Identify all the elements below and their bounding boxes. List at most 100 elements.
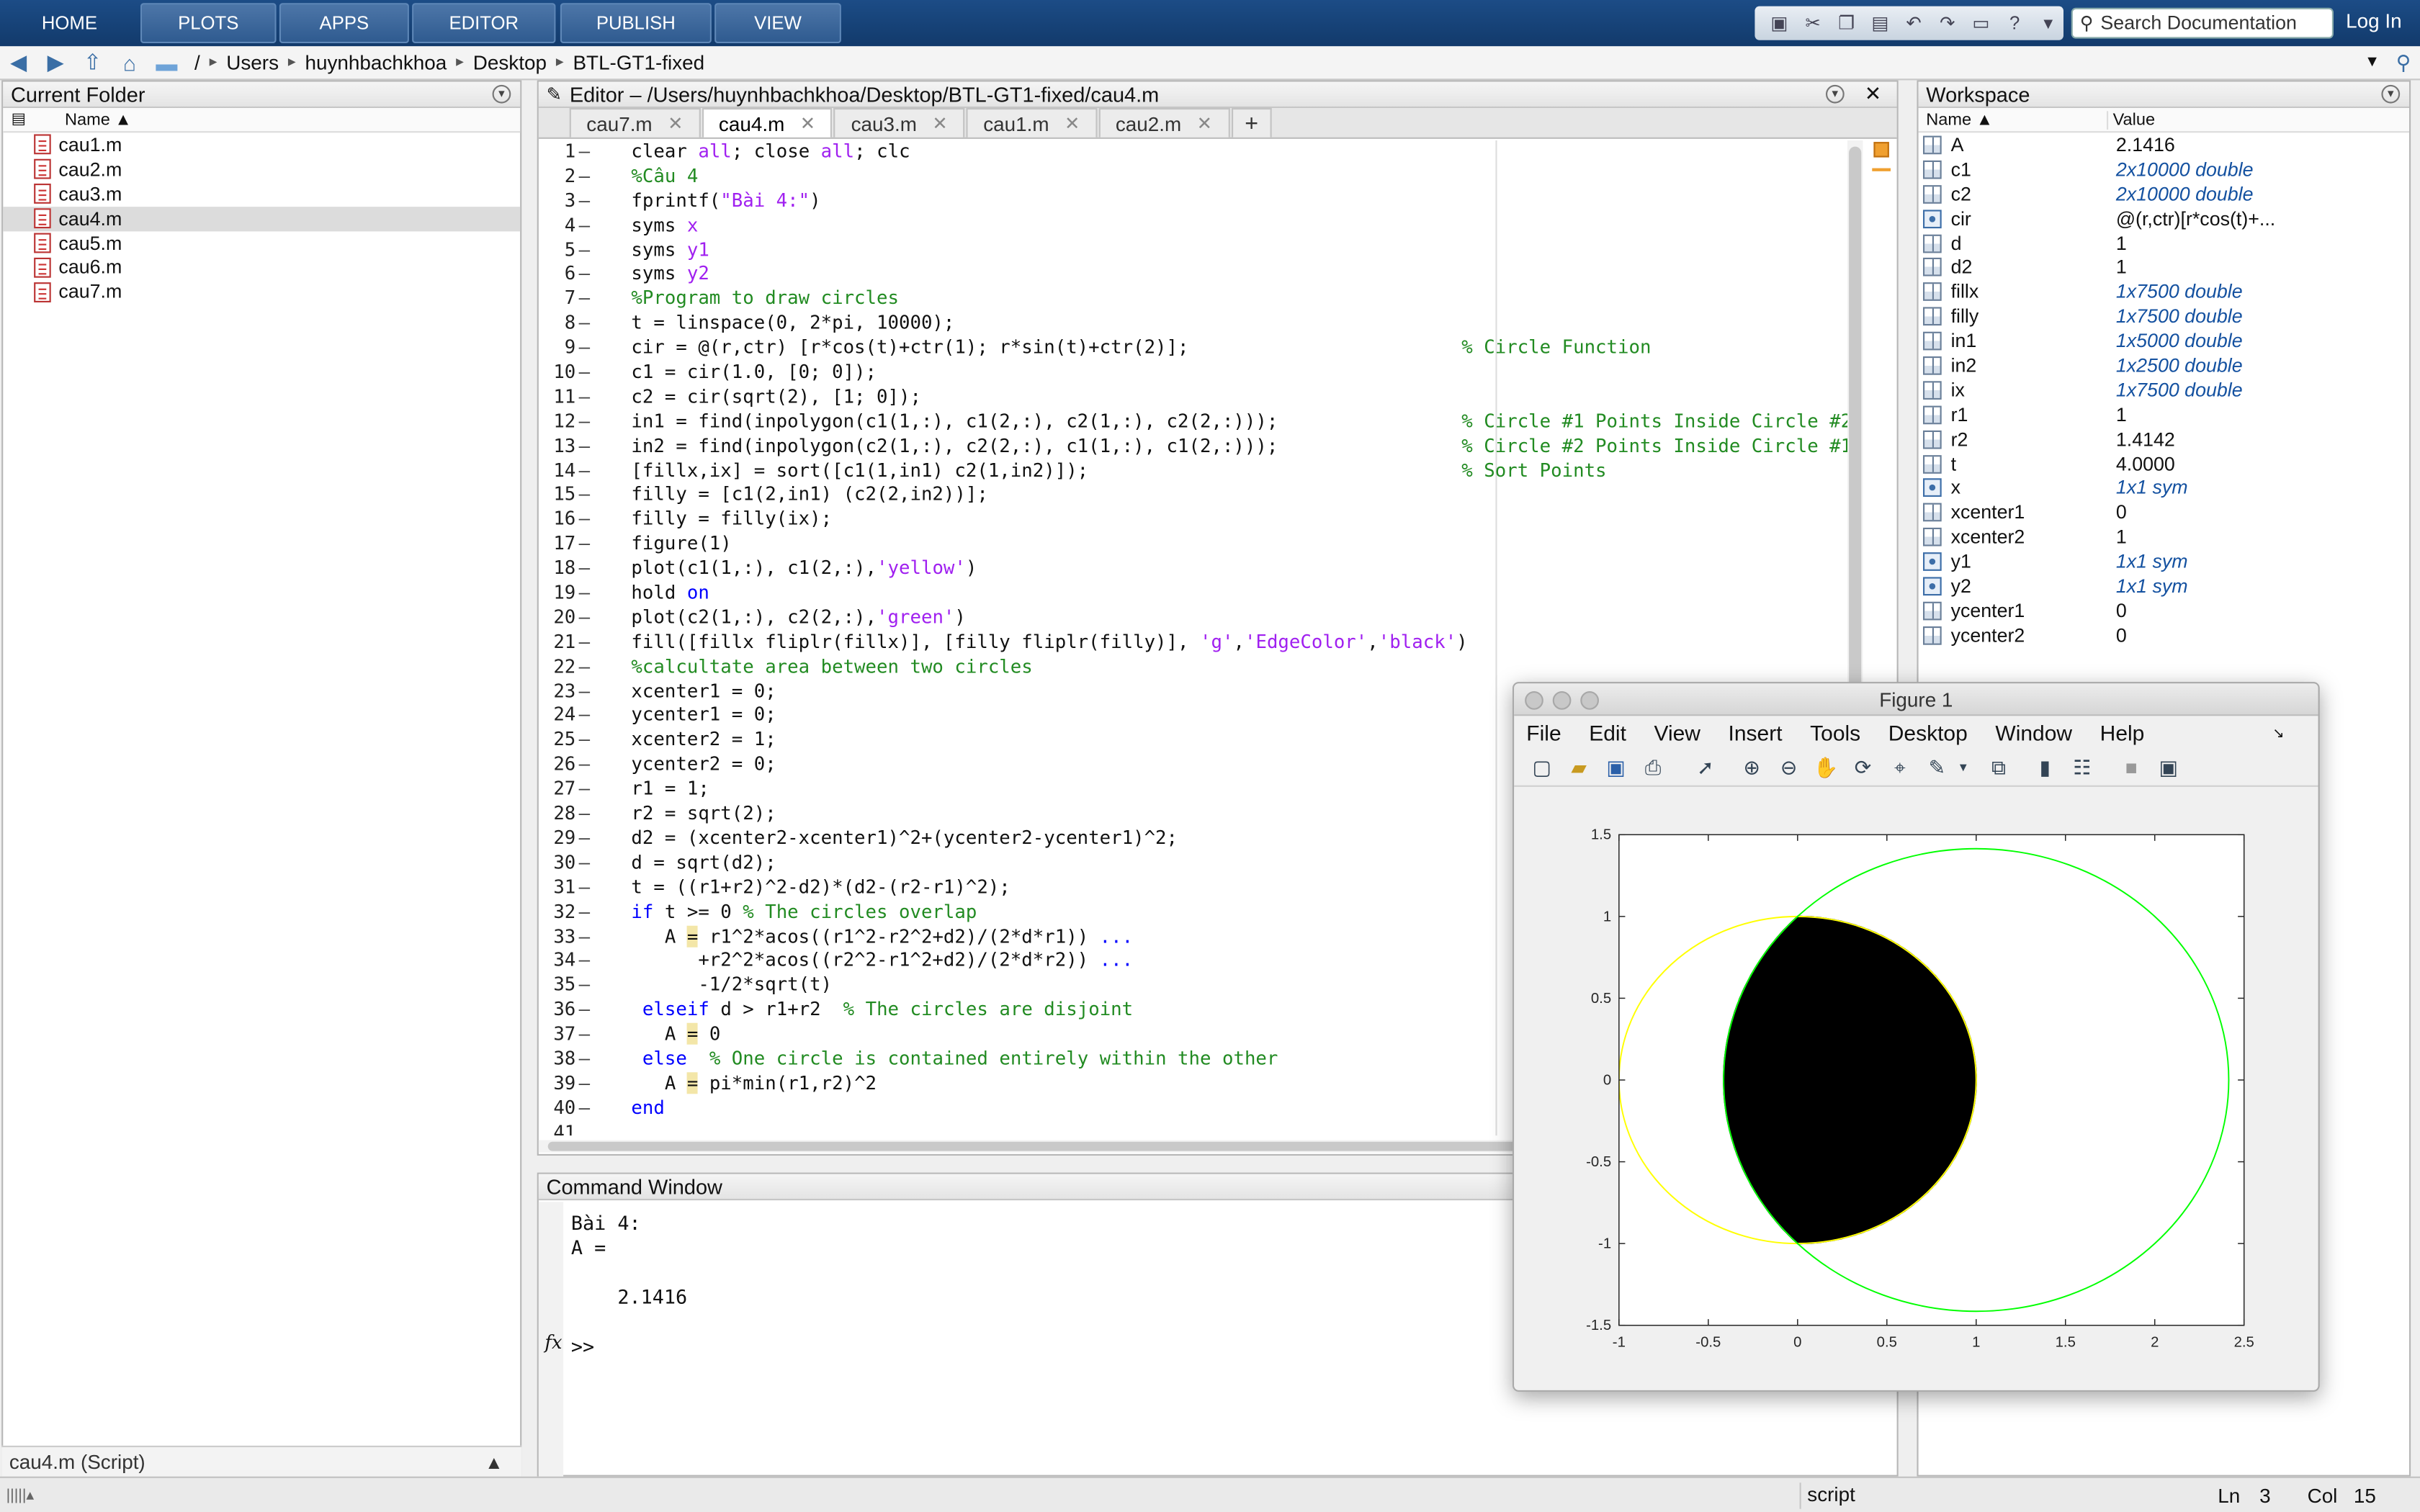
tab-plots[interactable]: PLOTS	[140, 3, 277, 44]
breakpoint-marker[interactable]: –	[579, 999, 591, 1023]
zoom-out-icon[interactable]: ⊖	[1770, 755, 1807, 780]
breakpoint-marker[interactable]: –	[579, 1072, 591, 1097]
line-number[interactable]: 30	[539, 851, 575, 876]
code-line[interactable]: 16– filly = filly(ix);	[539, 508, 1866, 533]
breakpoint-marker[interactable]: –	[579, 606, 591, 631]
line-number[interactable]: 2	[539, 165, 576, 189]
breakpoint-marker[interactable]: –	[579, 631, 591, 655]
name-column-label[interactable]: Name ▲	[65, 110, 132, 129]
resize-grip-icon[interactable]: |||||▴	[6, 1487, 35, 1504]
paste-icon[interactable]: ▤	[1865, 9, 1895, 37]
brush-icon[interactable]: ✎	[1919, 755, 1955, 780]
hide-tools-icon[interactable]: ■	[2113, 756, 2150, 779]
save-icon[interactable]: ▣	[1764, 9, 1794, 37]
new-figure-icon[interactable]: ▢	[1523, 755, 1560, 780]
workspace-variable-row[interactable]: c1 2x10000 double	[1919, 157, 2409, 181]
chevron-down-icon[interactable]: ▾	[1955, 759, 1971, 776]
line-number[interactable]: 24	[539, 704, 575, 729]
code-line[interactable]: 13– in2 = find(inpolygon(c2(1,:), c2(2,:)…	[539, 435, 1866, 459]
workspace-variable-row[interactable]: y2 1x1 sym	[1919, 574, 2409, 598]
line-number[interactable]: 5	[539, 238, 576, 263]
tab-view[interactable]: VIEW	[714, 3, 841, 44]
line-number[interactable]: 7	[539, 287, 576, 312]
line-number[interactable]: 17	[539, 533, 575, 557]
line-number[interactable]: 36	[539, 999, 575, 1023]
breadcrumb-root[interactable]: /	[194, 51, 200, 74]
workspace-column-header[interactable]: Name ▲ Value	[1918, 108, 2409, 133]
line-number[interactable]: 19	[539, 582, 575, 606]
panel-menu-icon[interactable]: ▾	[1826, 84, 1845, 104]
workspace-variable-row[interactable]: cir @(r,ctr)[r*cos(t)+...	[1919, 206, 2409, 230]
address-dropdown-icon[interactable]: ▼	[2365, 54, 2380, 71]
panel-menu-icon[interactable]: ▾	[2381, 84, 2401, 104]
breakpoint-marker[interactable]: –	[579, 753, 591, 778]
switch-windows-icon[interactable]: ▭	[1966, 9, 1996, 37]
cut-icon[interactable]: ✂	[1798, 9, 1828, 37]
menu-insert[interactable]: Insert	[1729, 721, 1783, 745]
breakpoint-marker[interactable]: –	[579, 704, 591, 729]
editor-tab-active[interactable]: cau4.m ✕	[702, 108, 833, 138]
breakpoint-marker[interactable]: –	[579, 950, 591, 974]
workspace-variable-row[interactable]: fillx 1x7500 double	[1919, 280, 2409, 305]
breakpoint-marker[interactable]: –	[579, 410, 591, 435]
tab-apps[interactable]: APPS	[279, 3, 409, 44]
figure-title-bar[interactable]: Figure 1	[1514, 683, 2318, 716]
breakpoint-marker[interactable]: –	[579, 459, 591, 484]
breakpoint-marker[interactable]: –	[579, 802, 591, 827]
name-column[interactable]: Name ▲	[1919, 110, 2107, 129]
close-icon[interactable]: ✕	[1865, 82, 1881, 107]
help-icon[interactable]: ?	[1999, 9, 2030, 37]
line-number[interactable]: 23	[539, 680, 575, 704]
plot-area[interactable]: -1 -0.5 0 0.5 1 1.5 2 2.5 -1.5 -1 -0.5 0 0.5 1 1.5	[1514, 788, 2320, 1392]
workspace-variable-row[interactable]: xcenter2 1	[1919, 525, 2409, 549]
line-number[interactable]: 35	[539, 974, 575, 999]
new-tab-button[interactable]: +	[1230, 108, 1273, 138]
workspace-variable-row[interactable]: d2 1	[1919, 256, 2409, 280]
workspace-variable-row[interactable]: ix 1x7500 double	[1919, 378, 2409, 402]
menu-help[interactable]: Help	[2100, 721, 2145, 745]
workspace-variable-row[interactable]: in1 1x5000 double	[1919, 329, 2409, 354]
file-item[interactable]: cau6.m	[3, 256, 520, 280]
breakpoint-marker[interactable]: –	[579, 974, 591, 999]
workspace-variable-row[interactable]: xcenter1 0	[1919, 500, 2409, 525]
copy-icon[interactable]: ❐	[1832, 9, 1862, 37]
figure-axes-svg[interactable]: -1 -0.5 0 0.5 1 1.5 2 2.5-1.5-1-0.500.511.5	[1514, 788, 2320, 1392]
line-number[interactable]: 4	[539, 214, 576, 238]
code-line[interactable]: 22– %calcultate area between two circles	[539, 655, 1866, 680]
line-number[interactable]: 21	[539, 631, 575, 655]
file-item[interactable]: cau3.m	[3, 181, 520, 206]
line-number[interactable]: 34	[539, 950, 575, 974]
breadcrumb-user[interactable]: huynhbachkhoa	[305, 51, 447, 74]
breakpoint-marker[interactable]: –	[579, 925, 591, 950]
line-number[interactable]: 1	[539, 140, 576, 165]
line-number[interactable]: 14	[539, 459, 575, 484]
breakpoint-marker[interactable]: –	[579, 827, 591, 851]
file-item[interactable]: cau5.m	[3, 230, 520, 255]
code-line[interactable]: 3– fprintf("Bài 4:")	[539, 189, 1866, 214]
breakpoint-marker[interactable]: –	[579, 901, 591, 925]
line-number[interactable]: 26	[539, 753, 575, 778]
breakpoint-marker[interactable]: –	[579, 778, 591, 802]
code-line[interactable]: 18– plot(c1(1,:), c1(2,:),'yellow')	[539, 557, 1866, 582]
breakpoint-marker[interactable]: –	[579, 287, 591, 312]
breakpoint-marker[interactable]: –	[579, 680, 591, 704]
breakpoint-marker[interactable]: –	[579, 189, 591, 214]
breakpoint-marker[interactable]: –	[579, 312, 591, 336]
code-line[interactable]: 17– figure(1)	[539, 533, 1866, 557]
code-line[interactable]: 9– cir = @(r,ctr) [r*cos(t)+ctr(1); r*sin…	[539, 336, 1866, 361]
save-icon[interactable]: ▣	[1597, 755, 1634, 780]
line-number[interactable]: 32	[539, 901, 575, 925]
workspace-variable-row[interactable]: filly 1x7500 double	[1919, 305, 2409, 329]
breadcrumb-users[interactable]: Users	[226, 51, 279, 74]
line-number[interactable]: 6	[539, 263, 576, 287]
code-line[interactable]: 12– in1 = find(inpolygon(c1(1,:), c1(2,:)…	[539, 410, 1866, 435]
close-window-icon[interactable]	[1525, 691, 1543, 710]
line-number[interactable]: 8	[539, 312, 576, 336]
file-item-selected[interactable]: cau4.m	[3, 206, 521, 231]
pan-icon[interactable]: ✋	[1807, 755, 1844, 780]
line-number[interactable]: 33	[539, 925, 575, 950]
editor-tab[interactable]: cau3.m ✕	[834, 108, 965, 138]
line-number[interactable]: 18	[539, 557, 575, 582]
code-line[interactable]: 1– clear all; close all; clc	[539, 140, 1866, 165]
line-number[interactable]: 9	[539, 336, 576, 361]
